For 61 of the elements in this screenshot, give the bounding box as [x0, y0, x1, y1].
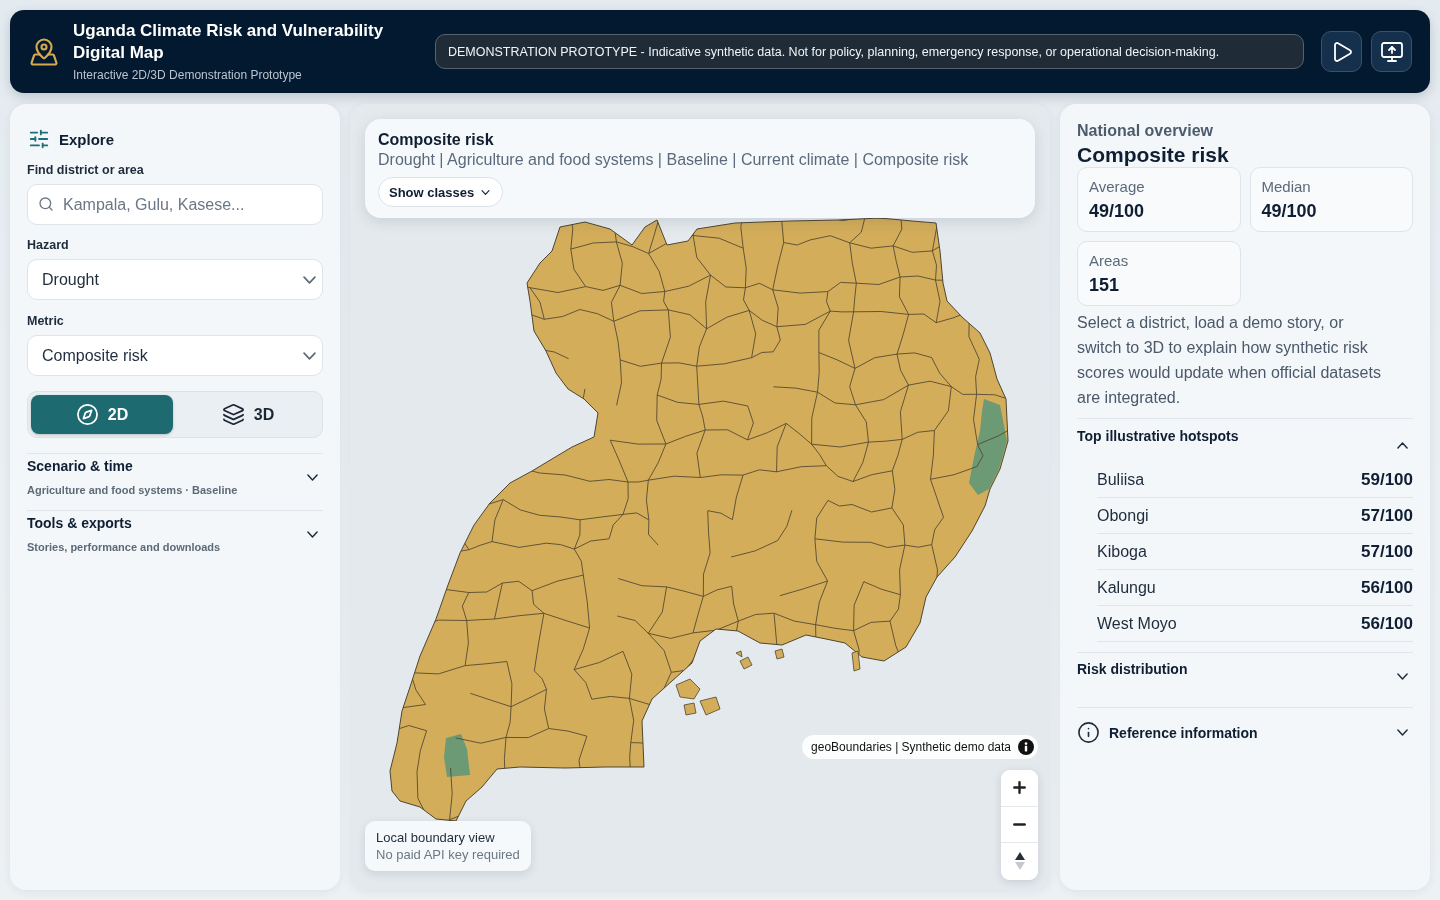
minus-icon	[1013, 822, 1026, 826]
hotspot-score: 57/100	[1361, 541, 1413, 562]
dropdown-field[interactable]: Composite risk	[27, 335, 323, 376]
sliders-icon	[28, 128, 50, 150]
app-subtitle: Interactive 2D/3D Demonstration Prototype	[73, 67, 303, 83]
compass-icon	[75, 403, 99, 426]
stat-label: Areas	[1089, 252, 1130, 270]
stat-label: Median	[1261, 178, 1312, 196]
hotspot-name: Kiboga	[1097, 542, 1147, 561]
hotspot-name: Kalungu	[1097, 578, 1156, 597]
app-title: Uganda Climate Risk and Vulnerability Digital Map	[73, 20, 385, 64]
hotspot-name: West Moyo	[1097, 614, 1177, 633]
hotspot-score: 59/100	[1361, 469, 1413, 490]
stat-value: 151	[1089, 274, 1121, 296]
zoom-in-button[interactable]	[1001, 770, 1038, 807]
stat-value: 49/100	[1261, 200, 1318, 222]
present-button[interactable]	[1371, 31, 1412, 72]
search-icon	[38, 196, 54, 212]
overview-description: Select a district, load a demo story, or switch to 3D to explain how synthetic risk scores would update when official datasets are integrated.	[1077, 313, 1382, 408]
monitor-upload-icon	[1379, 39, 1404, 64]
reset-north-button[interactable]	[1001, 843, 1038, 880]
north-arrow-icon	[1014, 852, 1025, 871]
play-button[interactable]	[1321, 31, 1362, 72]
section-title: Reference information	[1109, 724, 1258, 741]
legend-subtitle: Drought | Agriculture and food systems | Baseline | Current climate | Composite risk	[378, 150, 969, 170]
accordion-toggle[interactable]: Tools & exports Stories, performance and downloads	[27, 510, 323, 567]
hotspot-score: 57/100	[1361, 505, 1413, 526]
stat-label: Average	[1089, 178, 1146, 196]
overview-eyebrow: National overview	[1077, 121, 1215, 141]
field-label: Find district or area	[27, 163, 145, 177]
hotspot-name: Buliisa	[1097, 470, 1145, 489]
info-icon[interactable]	[1018, 739, 1034, 755]
zoom-out-button[interactable]	[1001, 806, 1038, 843]
legend-title: Composite risk	[378, 130, 494, 150]
show-classes-button[interactable]: Show classes	[378, 177, 504, 207]
view-mode-tab[interactable]: 3D	[177, 395, 319, 434]
overview-title: Composite risk	[1077, 142, 1230, 167]
hotspot-score: 56/100	[1361, 613, 1413, 634]
field-label: Hazard	[27, 238, 70, 252]
chevron-down-icon	[303, 275, 316, 284]
accordion-toggle[interactable]: Risk distribution	[1077, 652, 1413, 707]
boundary-note: No paid API key required	[376, 846, 520, 863]
field-label: Metric	[27, 314, 65, 328]
boundary-title: Local boundary view	[376, 829, 496, 846]
view-mode-tab[interactable]: 2D	[31, 395, 173, 434]
disclaimer-banner: DEMONSTRATION PROTOTYPE - Indicative synthetic data. Not for policy, planning, emergency response, or operational decision-making.	[435, 34, 1304, 69]
hotspot-name: Obongi	[1097, 506, 1149, 525]
dropdown-field[interactable]: Drought	[27, 259, 323, 300]
search-field[interactable]: Kampala, Gulu, Kasese...	[27, 184, 323, 225]
hotspot-score: 56/100	[1361, 577, 1413, 598]
accordion-toggle[interactable]: Top illustrative hotspots	[1077, 418, 1413, 462]
info-icon	[1077, 721, 1100, 744]
attribution-text: geoBoundaries | Synthetic demo data	[811, 740, 1011, 754]
layers-icon	[221, 403, 245, 426]
accordion-toggle[interactable]: Scenario & time Agriculture and food systems · Baseline	[27, 453, 323, 510]
plus-icon	[1013, 781, 1026, 795]
accordion-toggle[interactable]: Reference information	[1077, 707, 1413, 757]
stat-value: 49/100	[1089, 200, 1146, 222]
map-pin-icon	[29, 36, 59, 67]
chevron-down-icon	[303, 351, 316, 360]
sidebar-title: Explore	[59, 130, 115, 148]
